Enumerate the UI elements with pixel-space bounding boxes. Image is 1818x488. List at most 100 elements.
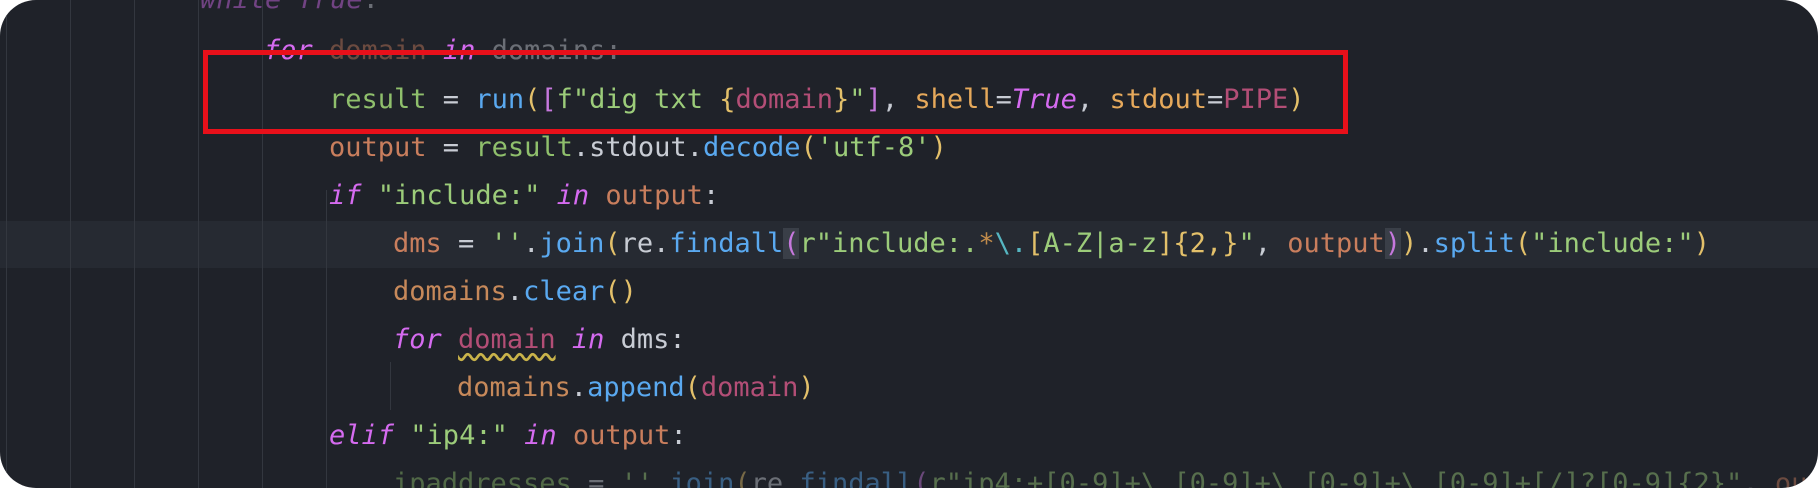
punctuation: : (605, 35, 622, 66)
punctuation: . (506, 276, 524, 307)
punctuation: : (363, 0, 379, 15)
code-line[interactable]: domains.clear() (393, 268, 637, 316)
string: '' (490, 228, 524, 259)
code-line[interactable]: for domain in dms: (393, 316, 686, 364)
function-name: findall (669, 228, 784, 259)
bracket: () (604, 276, 637, 307)
variable: domains (491, 35, 606, 66)
keyword: while (200, 0, 281, 15)
module-name: re (620, 228, 654, 259)
function-name: join (669, 468, 735, 488)
regex-string: "include:. (815, 228, 979, 259)
variable: ipaddresses (393, 468, 572, 488)
function-name: append (587, 372, 685, 403)
function-name: run (475, 84, 525, 115)
string: "include:" (1531, 228, 1694, 259)
keyword: for (264, 35, 313, 66)
punctuation: , (1076, 84, 1110, 115)
operator: = (426, 132, 476, 163)
bracket: ) (930, 132, 947, 163)
regex-quantifier: * (978, 228, 995, 259)
bracket: ( (604, 228, 621, 259)
variable: domain (700, 372, 799, 403)
punctuation: , (1742, 468, 1775, 488)
regex-escape: \. (994, 228, 1028, 259)
variable: output (1774, 468, 1818, 488)
bracket: ( (524, 84, 541, 115)
string: '' (620, 468, 654, 488)
matched-bracket: ) (1384, 228, 1402, 259)
bracket: ( (684, 372, 701, 403)
punctuation: : (669, 324, 686, 355)
code-line[interactable]: ipaddresses = ''.join(re.findall(r"ip4:+… (393, 460, 1818, 488)
punctuation: : (702, 180, 720, 211)
keyword: in (556, 180, 590, 211)
keyword: in (442, 35, 476, 66)
string-prefix: r (799, 228, 816, 259)
string: " (849, 84, 866, 115)
code-line[interactable]: result = run([f"dig txt {domain}"], shel… (329, 76, 1305, 124)
variable: output (1287, 228, 1385, 259)
function-name: clear (523, 276, 605, 307)
punctuation: . (523, 228, 540, 259)
operator: = (1206, 84, 1224, 115)
regex-bracket: [ (1027, 228, 1044, 259)
variable: dms (393, 228, 442, 259)
variable-warning[interactable]: domain (458, 324, 556, 355)
variable: output (329, 132, 427, 163)
variable: result (475, 132, 573, 163)
regex-quantifier: {2,} (1173, 228, 1239, 259)
punctuation: . (570, 372, 588, 403)
code-line[interactable]: elif "ip4:" in output: (329, 412, 687, 460)
code-line[interactable]: while True: (200, 0, 379, 24)
indent-guide (326, 190, 327, 488)
operator: = (441, 228, 491, 259)
indent-guide (6, 0, 7, 488)
bracket: { (719, 84, 736, 115)
bracket: ) (1693, 228, 1710, 259)
function-name: split (1433, 228, 1515, 259)
punctuation: , (881, 84, 915, 115)
function-name: findall (799, 468, 914, 488)
variable: output (572, 420, 671, 451)
bracket: ) (798, 372, 815, 403)
module-name: re (750, 468, 784, 488)
indent-guide (390, 362, 391, 410)
code-line[interactable]: dms = ''.join(re.findall(r"include:.*\.[… (393, 220, 1710, 268)
bracket: ) (1288, 84, 1305, 115)
keyword: in (571, 324, 605, 355)
bracket: ( (1514, 228, 1532, 259)
punctuation: . (572, 132, 590, 163)
variable: domains (457, 372, 571, 403)
punctuation: . (1417, 228, 1434, 259)
keyword-argument: shell (914, 84, 996, 115)
interpolation: domain (735, 84, 834, 115)
operator: = (571, 468, 621, 488)
code-line[interactable]: domains.append(domain) (457, 364, 815, 412)
bracket: [ (540, 84, 557, 115)
string: "include:" (377, 180, 541, 211)
attribute: stdout (589, 132, 687, 163)
bracket: } (833, 84, 850, 115)
keyword: for (393, 324, 442, 355)
variable: domains (393, 276, 507, 307)
punctuation: . (686, 132, 703, 163)
code-line[interactable]: output = result.stdout.decode('utf-8') (329, 124, 947, 172)
indent-guide (70, 0, 71, 488)
constant: PIPE (1223, 84, 1289, 115)
punctuation: : (670, 420, 687, 451)
regex-bracket: ] (1157, 228, 1174, 259)
code-editor[interactable]: while True: for domain in domains: resul… (0, 0, 1818, 488)
punctuation: , (1254, 228, 1288, 259)
punctuation: . (653, 228, 670, 259)
bracket: ) (1401, 228, 1418, 259)
code-line[interactable]: if "include:" in output: (329, 172, 719, 220)
constant: True (1011, 84, 1077, 115)
string-prefix: f (556, 84, 573, 115)
indent-guide (198, 0, 199, 488)
string: "ip4:" (410, 420, 508, 451)
punctuation: . (653, 468, 670, 488)
operator: = (995, 84, 1012, 115)
bracket: ( (800, 132, 817, 163)
code-line[interactable]: for domain in domains: (264, 27, 622, 75)
